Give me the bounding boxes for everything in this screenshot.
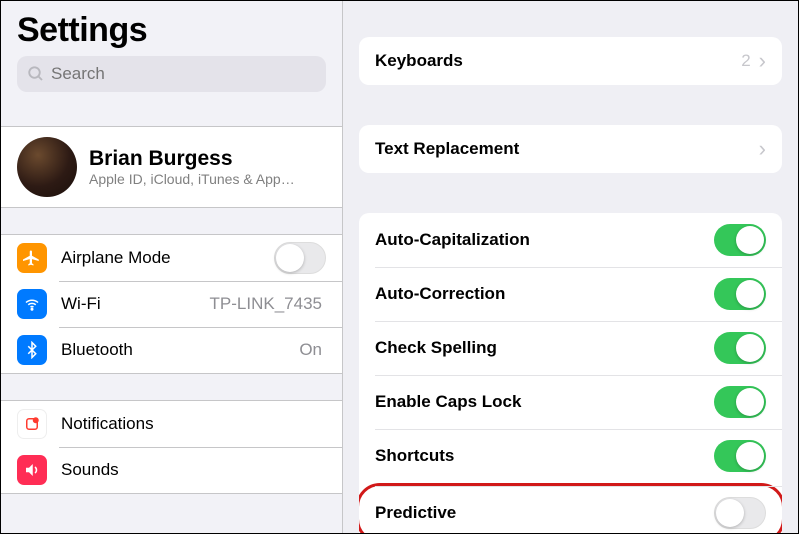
row-label: Text Replacement: [375, 139, 759, 159]
bluetooth-icon: [17, 335, 47, 365]
chevron-right-icon: ›: [759, 136, 766, 162]
notifications-icon: [17, 409, 47, 439]
text-replacement-row[interactable]: Text Replacement ›: [359, 125, 782, 173]
detail-pane: Keyboards 2 › Text Replacement › Auto-Ca…: [343, 1, 798, 533]
search-box[interactable]: [17, 56, 326, 92]
profile-name: Brian Burgess: [89, 147, 295, 171]
sidebar-item-label: Sounds: [61, 460, 326, 480]
text-replacement-group: Text Replacement ›: [359, 125, 782, 173]
row-label: Auto-Capitalization: [375, 230, 714, 250]
sidebar-header: Settings: [1, 1, 342, 100]
shortcuts-toggle[interactable]: [714, 440, 766, 472]
wifi-value: TP-LINK_7435: [210, 294, 322, 314]
sidebar-item-label: Notifications: [61, 414, 326, 434]
sidebar-item-label: Wi-Fi: [61, 294, 210, 314]
keyboards-count: 2: [741, 51, 750, 71]
sounds-icon: [17, 455, 47, 485]
airplane-toggle[interactable]: [274, 242, 326, 274]
auto-capitalization-row[interactable]: Auto-Capitalization: [359, 213, 782, 267]
sidebar-item-wifi[interactable]: Wi-Fi TP-LINK_7435: [1, 281, 342, 327]
keyboard-options-group: Auto-Capitalization Auto-Correction Chec…: [359, 213, 782, 533]
page-title: Settings: [17, 11, 326, 50]
airplane-icon: [17, 243, 47, 273]
row-label: Auto-Correction: [375, 284, 714, 304]
search-input[interactable]: [51, 64, 316, 84]
shortcuts-row[interactable]: Shortcuts: [359, 429, 782, 483]
connectivity-group: Airplane Mode Wi-Fi TP-LINK_7435 Bluetoo…: [1, 234, 342, 374]
auto-capitalization-toggle[interactable]: [714, 224, 766, 256]
profile-subtitle: Apple ID, iCloud, iTunes & App…: [89, 171, 295, 187]
sidebar-item-notifications[interactable]: Notifications: [1, 401, 342, 447]
sidebar-item-label: Airplane Mode: [61, 248, 274, 268]
row-label: Enable Caps Lock: [375, 392, 714, 412]
sidebar-item-bluetooth[interactable]: Bluetooth On: [1, 327, 342, 373]
keyboards-row[interactable]: Keyboards 2 ›: [359, 37, 782, 85]
sidebar-item-airplane-mode[interactable]: Airplane Mode: [1, 235, 342, 281]
row-label: Keyboards: [375, 51, 741, 71]
row-label: Predictive: [375, 503, 714, 523]
auto-correction-row[interactable]: Auto-Correction: [359, 267, 782, 321]
predictive-toggle[interactable]: [714, 497, 766, 529]
row-label: Check Spelling: [375, 338, 714, 358]
check-spelling-toggle[interactable]: [714, 332, 766, 364]
enable-caps-lock-row[interactable]: Enable Caps Lock: [359, 375, 782, 429]
profile-row[interactable]: Brian Burgess Apple ID, iCloud, iTunes &…: [1, 126, 342, 208]
enable-caps-lock-toggle[interactable]: [714, 386, 766, 418]
keyboards-group: Keyboards 2 ›: [359, 37, 782, 85]
sidebar-item-label: Bluetooth: [61, 340, 299, 360]
row-label: Shortcuts: [375, 446, 714, 466]
wifi-icon: [17, 289, 47, 319]
system-group: Notifications Sounds: [1, 400, 342, 494]
chevron-right-icon: ›: [759, 48, 766, 74]
sidebar-item-sounds[interactable]: Sounds: [1, 447, 342, 493]
bluetooth-value: On: [299, 340, 322, 360]
avatar: [17, 137, 77, 197]
search-icon: [27, 65, 45, 83]
check-spelling-row[interactable]: Check Spelling: [359, 321, 782, 375]
sidebar: Settings Brian Burgess Apple ID, iCloud,…: [1, 1, 343, 533]
predictive-row[interactable]: Predictive: [359, 483, 782, 533]
auto-correction-toggle[interactable]: [714, 278, 766, 310]
